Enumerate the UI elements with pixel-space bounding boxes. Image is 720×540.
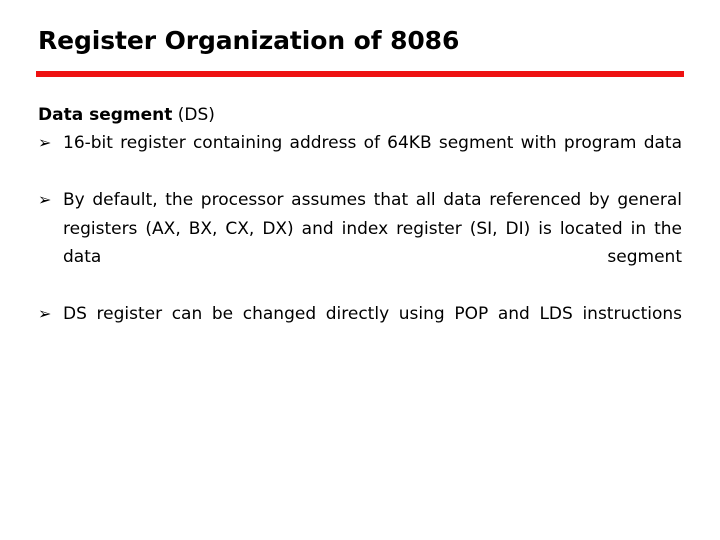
- section-heading-plain: (DS): [172, 105, 215, 125]
- list-item: ➢ By default, the processor assumes that…: [38, 186, 682, 300]
- slide-body: Data segment (DS) ➢ 16-bit register cont…: [38, 101, 682, 357]
- section-heading-bold: Data segment: [38, 105, 173, 125]
- list-item: ➢ DS register can be changed directly us…: [38, 300, 682, 357]
- list-item: ➢ 16-bit register containing address of …: [38, 129, 682, 186]
- slide: Register Organization of 8086 Data segme…: [0, 0, 720, 540]
- title-block: Register Organization of 8086: [38, 26, 684, 56]
- list-item-text: DS register can be changed directly usin…: [63, 304, 682, 324]
- bullet-list: ➢ 16-bit register containing address of …: [38, 129, 682, 357]
- arrow-bullet-icon: ➢: [38, 304, 52, 323]
- page-title: Register Organization of 8086: [38, 26, 460, 55]
- list-item-text: 16-bit register containing address of 64…: [63, 133, 682, 153]
- title-underline-rule: [36, 71, 684, 77]
- arrow-bullet-icon: ➢: [38, 190, 52, 209]
- section-heading: Data segment (DS): [38, 101, 682, 129]
- arrow-bullet-icon: ➢: [38, 133, 52, 152]
- list-item-text: By default, the processor assumes that a…: [63, 190, 682, 267]
